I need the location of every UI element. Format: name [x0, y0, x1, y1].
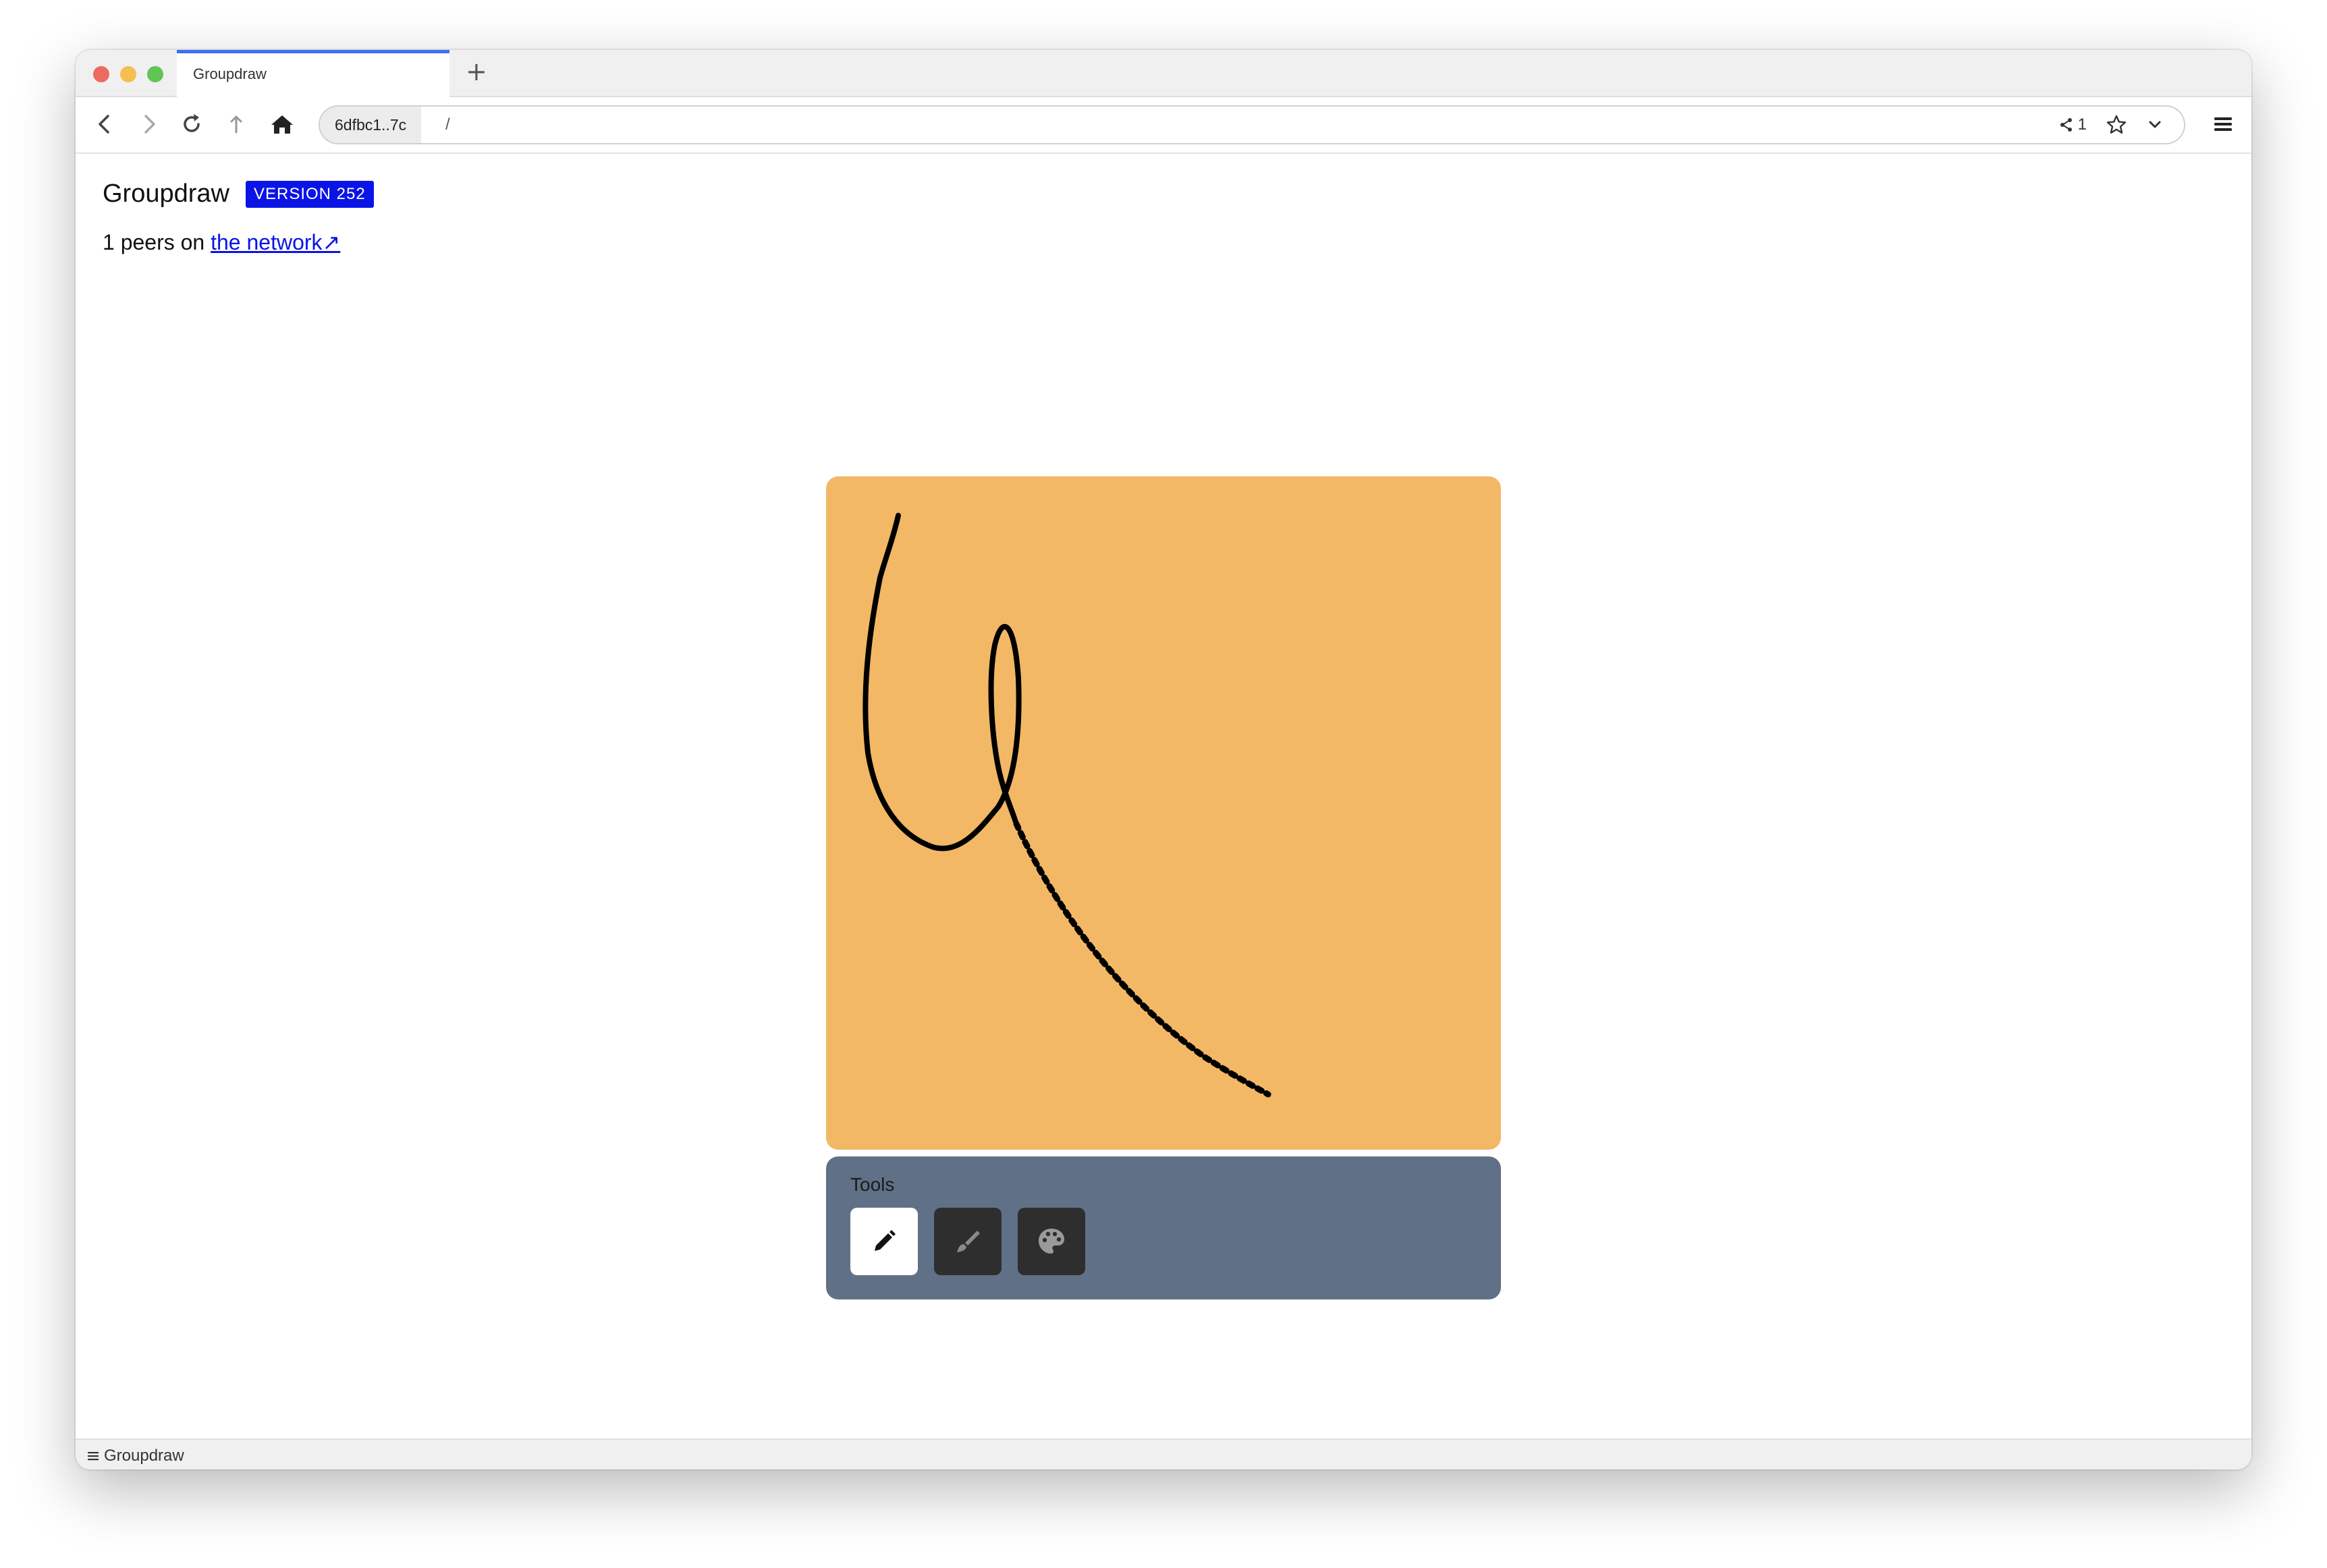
pencil-tool-button[interactable] — [850, 1208, 918, 1275]
tab-groupdraw[interactable]: Groupdraw — [177, 50, 449, 97]
arrow-up-icon — [230, 115, 242, 134]
dotted-stroke — [1013, 820, 1271, 1098]
star-icon[interactable] — [2106, 114, 2127, 136]
up-button[interactable] — [221, 109, 251, 139]
back-button[interactable] — [90, 109, 120, 139]
address-bar-actions: 1 — [2059, 107, 2164, 143]
status-label: Groupdraw — [104, 1447, 184, 1465]
drawing-canvas[interactable] — [826, 476, 1501, 1150]
brush-icon — [957, 1231, 980, 1252]
home-button[interactable] — [267, 109, 297, 139]
pencil-icon — [875, 1230, 896, 1251]
hamburger-menu-icon — [88, 1452, 99, 1461]
share-count: 1 — [2077, 115, 2087, 134]
solid-stroke — [863, 513, 1022, 851]
app-header: Groupdraw VERSION 252 — [103, 179, 374, 208]
network-link[interactable]: the network↗ — [211, 230, 340, 254]
forward-button[interactable] — [134, 109, 163, 139]
palette-tool-button[interactable] — [1018, 1208, 1085, 1275]
new-tab-button[interactable]: + — [466, 58, 487, 85]
drive-key-chip[interactable]: 6dfbc1..7c — [320, 107, 422, 143]
version-badge: VERSION 252 — [245, 180, 374, 208]
tools-panel: Tools — [826, 1156, 1501, 1299]
drawing-strokes — [863, 513, 1271, 1098]
home-icon — [271, 115, 293, 134]
url-path[interactable]: / — [445, 107, 450, 143]
page-content: Groupdraw VERSION 252 1 peers on the net… — [76, 154, 2251, 1469]
status-menu[interactable]: Groupdraw — [86, 1447, 184, 1465]
peers-count-text: 1 peers on — [103, 230, 211, 254]
address-bar[interactable]: 6dfbc1..7c / 1 — [319, 105, 2185, 144]
share-icon — [2060, 118, 2072, 132]
tab-title: Groupdraw — [193, 65, 267, 82]
chevron-right-icon — [144, 115, 155, 134]
reload-button[interactable] — [177, 109, 207, 139]
tools-label: Tools — [850, 1174, 895, 1195]
app-title: Groupdraw — [103, 179, 229, 208]
tab-strip: Groupdraw + — [76, 50, 2251, 97]
minimize-window-button[interactable] — [120, 66, 136, 82]
palette-icon — [1039, 1229, 1064, 1254]
browser-window: Groupdraw + 6dfbc1..7c / 1 Groupdraw VER… — [76, 50, 2251, 1469]
close-window-button[interactable] — [93, 66, 109, 82]
chevron-down-icon[interactable] — [2146, 116, 2164, 134]
status-bar: Groupdraw — [76, 1438, 2251, 1469]
browser-menu-button[interactable] — [2208, 109, 2238, 139]
hamburger-menu-icon — [2214, 117, 2232, 131]
brush-tool-button[interactable] — [934, 1208, 1002, 1275]
share-button[interactable]: 1 — [2059, 115, 2087, 134]
maximize-window-button[interactable] — [147, 66, 163, 82]
peers-status: 1 peers on the network↗ — [103, 229, 340, 255]
browser-toolbar: 6dfbc1..7c / 1 — [76, 97, 2251, 154]
chevron-left-icon — [99, 115, 109, 134]
reload-icon — [184, 114, 200, 132]
